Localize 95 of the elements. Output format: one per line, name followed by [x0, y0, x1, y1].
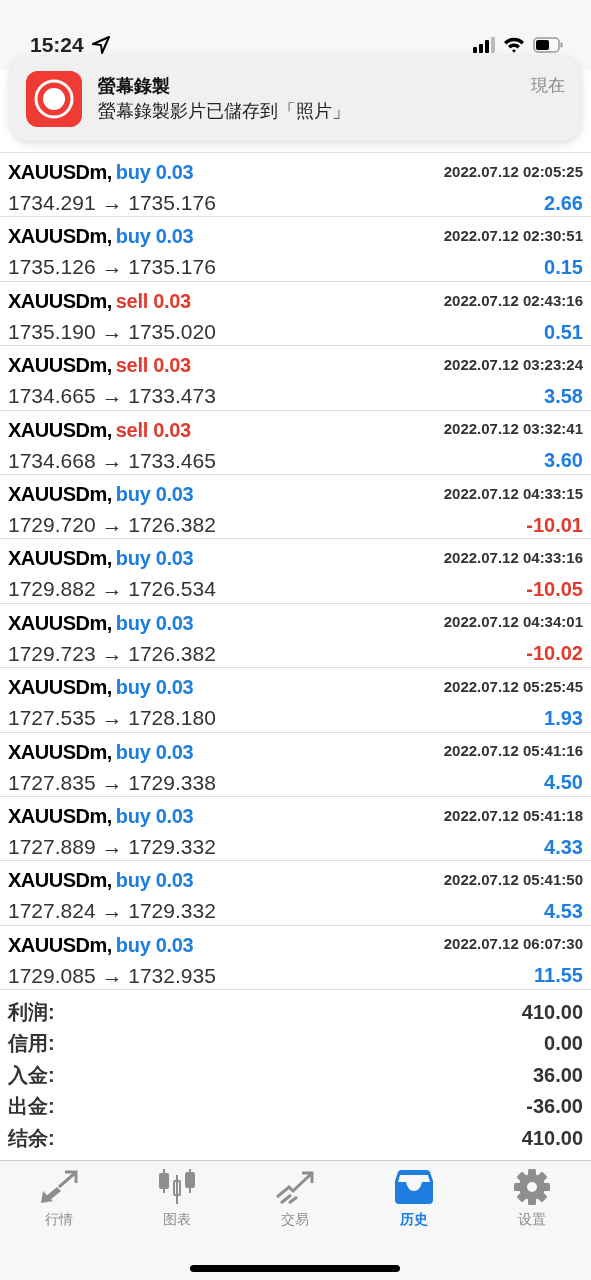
- price-text: 1727.889 → 1729.332: [8, 833, 216, 860]
- summary-label: 入金:: [8, 1062, 55, 1088]
- tab-button[interactable]: 图表: [118, 1169, 237, 1231]
- profit-value: -10.02: [526, 641, 583, 667]
- profit-value: 2.66: [544, 190, 583, 216]
- symbol-text: XAUUSDm,: [8, 417, 112, 443]
- gear-icon: [512, 1169, 551, 1206]
- summary-value: -36.00: [526, 1094, 583, 1120]
- profit-value: -10.05: [526, 577, 583, 603]
- order-type: buy 0.03: [115, 932, 194, 958]
- notification-title: 螢幕錄製: [98, 75, 171, 98]
- location-arrow-icon: [91, 36, 110, 54]
- symbol-text: XAUUSDm,: [8, 353, 112, 379]
- profit-value: 11.55: [534, 963, 583, 989]
- price-text: 1727.535 → 1728.180: [8, 705, 216, 732]
- order-type: buy 0.03: [115, 868, 194, 894]
- profit-value: 0.15: [544, 255, 583, 281]
- deal-time: 2022.07.12 02:43:16: [443, 290, 583, 311]
- order-type: buy 0.03: [115, 160, 194, 185]
- price-text: 1734.665 → 1733.473: [8, 383, 216, 410]
- record-icon: [26, 71, 82, 127]
- price-text: 1735.190 → 1735.020: [8, 318, 216, 345]
- profit-value: 4.53: [544, 899, 583, 925]
- tab-button[interactable]: 交易: [236, 1169, 355, 1231]
- price-text: 1727.824 → 1729.332: [8, 898, 216, 925]
- summary-value: 0.00: [544, 1031, 583, 1057]
- candlestick-icon: [158, 1169, 197, 1206]
- summary-label: 利润:: [8, 999, 55, 1025]
- tab-button[interactable]: 历史: [354, 1169, 473, 1231]
- profit-value: 1.93: [544, 705, 583, 731]
- order-type: buy 0.03: [115, 803, 194, 829]
- inbox-tray-icon: [394, 1169, 433, 1206]
- deal-time: 2022.07.12 04:34:01: [443, 612, 583, 633]
- profit-value: 3.60: [544, 448, 583, 474]
- profit-value: 4.50: [544, 770, 583, 796]
- symbol-text: XAUUSDm,: [8, 932, 112, 958]
- summary-label: 出金:: [8, 1094, 55, 1120]
- order-type: sell 0.03: [115, 353, 191, 379]
- summary-value: 36.00: [532, 1062, 583, 1088]
- symbol-text: XAUUSDm,: [8, 546, 112, 572]
- deal-time: 2022.07.12 02:05:25: [443, 161, 583, 182]
- symbol-text: XAUUSDm,: [8, 610, 112, 636]
- signal-icon: [473, 37, 495, 53]
- trend-arrow-icon: [275, 1169, 316, 1206]
- symbol-text: XAUUSDm,: [8, 868, 112, 894]
- profit-value: 4.33: [544, 834, 583, 860]
- tab-button[interactable]: 行情: [0, 1169, 119, 1231]
- price-text: 1735.126 → 1735.176: [8, 254, 216, 281]
- symbol-text: XAUUSDm,: [8, 803, 112, 829]
- deal-time: 2022.07.12 04:33:15: [443, 483, 583, 504]
- order-type: sell 0.03: [115, 288, 191, 314]
- symbol-text: XAUUSDm,: [8, 739, 112, 765]
- order-type: buy 0.03: [115, 739, 194, 765]
- order-type: sell 0.03: [115, 417, 191, 443]
- order-type: buy 0.03: [115, 610, 194, 636]
- summary-label: 结余:: [8, 1125, 55, 1151]
- order-type: buy 0.03: [115, 224, 194, 250]
- symbol-text: XAUUSDm,: [8, 288, 112, 314]
- symbol-text: XAUUSDm,: [8, 481, 112, 507]
- price-text: 1729.882 → 1726.534: [8, 576, 216, 603]
- wifi-icon: [503, 37, 525, 53]
- profit-value: -10.01: [526, 512, 583, 538]
- symbol-text: XAUUSDm,: [8, 160, 112, 185]
- deal-time: 2022.07.12 05:25:45: [443, 676, 583, 697]
- deal-time: 2022.07.12 05:41:50: [443, 870, 583, 891]
- symbol-text: XAUUSDm,: [8, 224, 112, 250]
- notification-message: 螢幕錄製影片已儲存到「照片」: [98, 100, 351, 123]
- price-text: 1729.723 → 1726.382: [8, 640, 216, 667]
- notification-banner[interactable]: 螢幕錄製 螢幕錄製影片已儲存到「照片」 現在: [10, 57, 581, 141]
- tab-button[interactable]: 设置: [472, 1169, 591, 1231]
- deal-time: 2022.07.12 06:07:30: [443, 934, 583, 955]
- price-text: 1729.720 → 1726.382: [8, 511, 216, 538]
- deal-time: 2022.07.12 05:41:16: [443, 741, 583, 762]
- diagonal-arrows-icon: [39, 1169, 80, 1206]
- deal-time: 2022.07.12 04:33:16: [443, 548, 583, 569]
- symbol-text: XAUUSDm,: [8, 675, 112, 701]
- summary-value: 410.00: [521, 999, 583, 1025]
- notification-time: 現在: [531, 75, 565, 97]
- price-text: 1734.291 → 1735.176: [8, 190, 216, 216]
- summary-label: 信用:: [8, 1031, 55, 1057]
- profit-value: 0.51: [544, 319, 583, 345]
- price-text: 1727.835 → 1729.338: [8, 769, 216, 796]
- profit-value: 3.58: [544, 383, 583, 409]
- deal-time: 2022.07.12 02:30:51: [443, 226, 583, 247]
- order-type: buy 0.03: [115, 675, 194, 701]
- deal-time: 2022.07.12 05:41:18: [443, 805, 583, 826]
- price-text: 1734.668 → 1733.465: [8, 447, 216, 474]
- order-type: buy 0.03: [115, 481, 194, 507]
- price-text: 1729.085 → 1732.935: [8, 962, 216, 989]
- deal-time: 2022.07.12 03:23:24: [443, 354, 583, 375]
- summary-value: 410.00: [521, 1125, 583, 1151]
- battery-icon: [533, 37, 563, 53]
- deal-time: 2022.07.12 03:32:41: [443, 419, 583, 440]
- status-time: 15:24: [30, 32, 84, 59]
- order-type: buy 0.03: [115, 546, 194, 572]
